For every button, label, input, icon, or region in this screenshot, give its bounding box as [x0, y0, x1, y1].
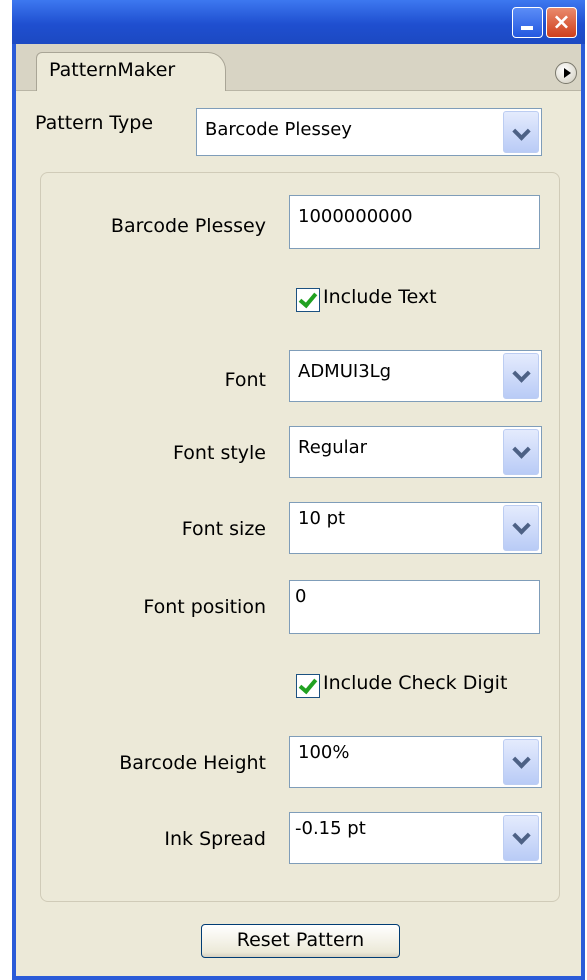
chevron-down-icon[interactable]: [503, 815, 539, 861]
font-position-value: 0: [295, 586, 307, 607]
font-value: ADMUI3Lg: [298, 361, 392, 382]
include-text-checkbox[interactable]: [296, 288, 320, 312]
pattern-type-value: Barcode Plessey: [205, 119, 352, 140]
barcode-height-value: 100%: [298, 742, 350, 763]
panel-body: PatternMaker Pattern Type Barcode Plesse…: [16, 44, 581, 976]
reset-pattern-button[interactable]: Reset Pattern: [201, 924, 400, 958]
font-style-select[interactable]: Regular: [289, 426, 542, 478]
font-select[interactable]: ADMUI3Lg: [289, 350, 542, 402]
font-style-value: Regular: [298, 437, 368, 458]
barcode-height-select[interactable]: 100%: [289, 736, 542, 788]
font-position-input[interactable]: 0: [289, 580, 540, 634]
window: × PatternMaker Pattern Type Barcode Ples…: [12, 0, 585, 980]
tab-label: PatternMaker: [49, 59, 176, 81]
chevron-down-icon[interactable]: [503, 739, 539, 785]
include-text-label[interactable]: Include Text: [323, 286, 437, 308]
ink-spread-select[interactable]: -0.15 pt: [289, 812, 542, 864]
font-size-select[interactable]: 10 pt: [289, 502, 542, 554]
include-check-digit-label[interactable]: Include Check Digit: [323, 672, 507, 694]
chevron-down-icon[interactable]: [503, 429, 539, 475]
barcode-height-label: Barcode Height: [119, 752, 266, 774]
font-style-label: Font style: [173, 442, 266, 464]
pattern-type-label: Pattern Type: [35, 112, 154, 134]
ink-spread-value: -0.15 pt: [295, 818, 366, 839]
font-size-label: Font size: [181, 518, 266, 540]
barcode-plessey-value: 1000000000: [298, 206, 413, 227]
close-icon[interactable]: ×: [546, 7, 577, 38]
ink-spread-label: Ink Spread: [164, 828, 266, 850]
tab-patternmaker[interactable]: PatternMaker: [36, 52, 226, 91]
chevron-down-icon[interactable]: [503, 111, 539, 153]
barcode-plessey-input[interactable]: 1000000000: [289, 195, 540, 249]
minimize-icon[interactable]: [512, 7, 543, 38]
include-check-digit-checkbox[interactable]: [296, 674, 320, 698]
barcode-plessey-label: Barcode Plessey: [110, 215, 266, 237]
panel-menu-icon[interactable]: [555, 62, 577, 84]
chevron-down-icon[interactable]: [503, 505, 539, 551]
chevron-down-icon[interactable]: [503, 353, 539, 399]
font-label: Font: [224, 369, 266, 391]
title-bar[interactable]: ×: [12, 0, 585, 44]
font-position-label: Font position: [143, 596, 266, 618]
tab-strip: PatternMaker: [16, 44, 581, 91]
font-size-value: 10 pt: [298, 508, 346, 529]
pattern-type-select[interactable]: Barcode Plessey: [196, 108, 542, 156]
